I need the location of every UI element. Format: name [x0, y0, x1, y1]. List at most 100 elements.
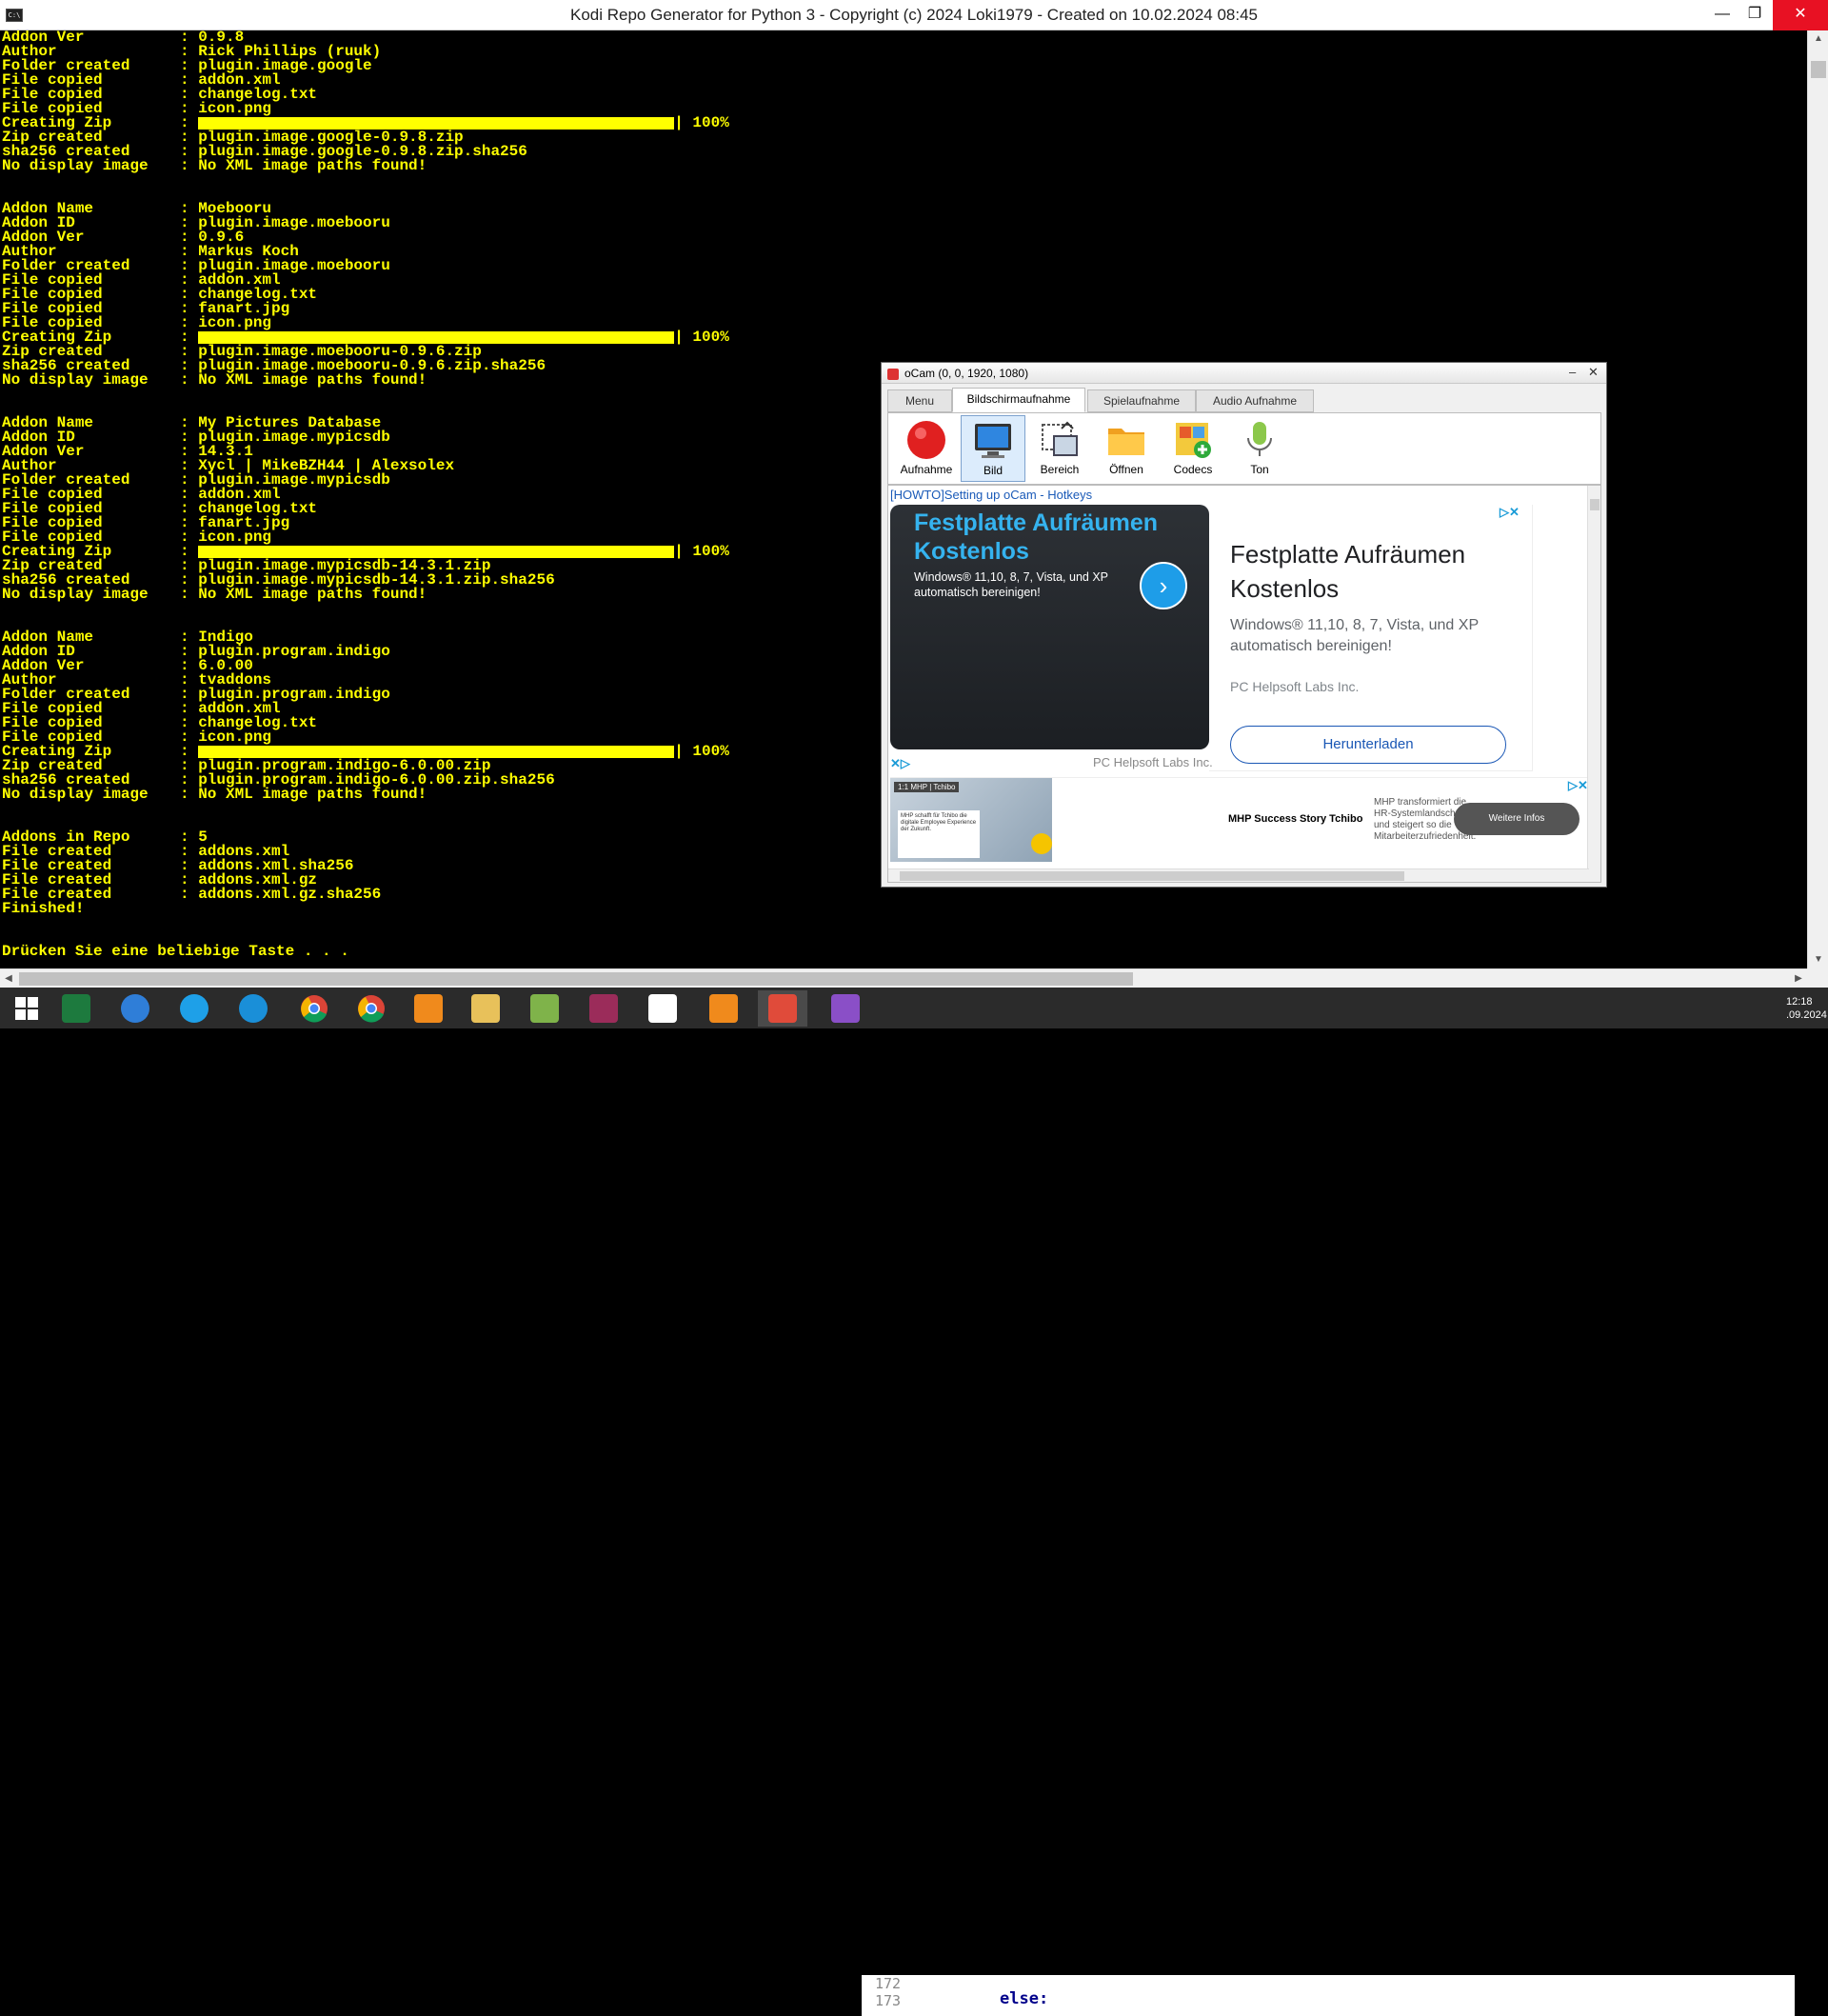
taskbar-chrome[interactable] [347, 990, 396, 1027]
taskbar-excel[interactable] [51, 990, 101, 1027]
thunderbird-icon [121, 994, 149, 1023]
howto-link[interactable]: [HOWTO]Setting up oCam - Hotkeys [890, 488, 1092, 502]
hscroll-thumb[interactable] [19, 972, 1133, 986]
console-value: No XML image paths found! [198, 371, 427, 389]
shield-icon [414, 994, 443, 1023]
taskbar-7zip[interactable] [638, 990, 687, 1027]
console-line: File copied: icon.png [2, 314, 272, 331]
console-horizontal-scrollbar[interactable]: ◀ ▶ [0, 968, 1807, 988]
scroll-down-icon[interactable]: ▼ [1808, 951, 1828, 968]
ocam-window[interactable]: oCam (0, 0, 1920, 1080) – ✕ Menu Bildsch… [881, 362, 1607, 888]
sound-button[interactable]: Ton [1227, 415, 1292, 482]
taskbar-file-explorer[interactable] [461, 990, 510, 1027]
ad-banner-mhp[interactable]: 1:1 MHP | Tchibo MHP schafft für Tchibo … [890, 777, 1595, 863]
taskbar-start-button[interactable] [2, 990, 51, 1027]
scrollbar-corner [1807, 968, 1828, 988]
console-value: 100% [692, 329, 729, 346]
scroll-thumb[interactable] [1811, 61, 1826, 78]
console-key: No display image [2, 786, 149, 803]
close-button[interactable]: ✕ [1773, 0, 1828, 30]
ocam-close-button[interactable]: ✕ [1588, 365, 1599, 380]
codecs-button[interactable]: Codecs [1161, 415, 1225, 482]
coin-icon [1031, 833, 1052, 854]
console-key: No display image [2, 157, 149, 174]
edge-icon [239, 994, 268, 1023]
console-line: File copied: icon.png [2, 100, 272, 117]
ad-banner-dark[interactable]: Festplatte Aufräumen Kostenlos Windows® … [890, 505, 1209, 749]
ocam-tabs: Menu Bildschirmaufnahme Spielaufnahme Au… [887, 388, 1601, 412]
console-line: File created: addons.xml.gz.sha256 [2, 886, 382, 903]
console-value: addons.xml.gz.sha256 [198, 886, 382, 903]
taskbar-edge[interactable] [228, 990, 278, 1027]
ocam-ad-area: [HOWTO]Setting up oCam - Hotkeys Festpla… [887, 485, 1601, 883]
console-value: icon.png [198, 529, 272, 546]
console-value: icon.png [198, 729, 272, 746]
taskbar-ocam[interactable] [758, 990, 807, 1027]
folder-icon [471, 994, 500, 1023]
chrome-icon [300, 994, 328, 1023]
console-value: No XML image paths found! [198, 586, 427, 603]
ad-close-icon[interactable]: ✕▷ [890, 756, 910, 771]
console-key: No display image [2, 586, 149, 603]
ocam-hscroll-thumb[interactable] [900, 871, 1404, 881]
ad-banner-light[interactable]: Festplatte Aufräumen Kostenlos Windows® … [1209, 505, 1533, 771]
region-icon [1039, 419, 1081, 461]
more-info-button[interactable]: Weitere Infos [1454, 803, 1580, 835]
editor-peek: 172 173 else: [862, 1975, 1795, 2016]
console-value: 100% [692, 543, 729, 560]
taskbar-clock[interactable]: 12:18 .09.2024 [1786, 995, 1827, 1022]
console-value: 100% [692, 743, 729, 760]
console-vertical-scrollbar[interactable]: ▲ ▼ [1807, 30, 1828, 968]
open-folder-button[interactable]: Öffnen [1094, 415, 1159, 482]
ocam-icon [768, 994, 797, 1023]
taskbar-chrome-b[interactable] [289, 990, 339, 1027]
tab-bildschirmaufnahme[interactable]: Bildschirmaufnahme [952, 388, 1085, 412]
excel-icon [62, 994, 90, 1023]
console-title-bar[interactable]: C:\ Kodi Repo Generator for Python 3 - C… [0, 0, 1828, 30]
notepad-icon [530, 994, 559, 1023]
screenshot-button[interactable]: Bild [961, 415, 1025, 482]
taskbar-vlc[interactable] [699, 990, 748, 1027]
region-button[interactable]: Bereich [1027, 415, 1092, 482]
tab-audio-aufnahme[interactable]: Audio Aufnahme [1196, 389, 1314, 412]
scroll-left-icon[interactable]: ◀ [0, 969, 17, 988]
scroll-right-icon[interactable]: ▶ [1790, 969, 1807, 988]
console-value: 100% [692, 114, 729, 131]
ocam-minimize-button[interactable]: – [1569, 365, 1576, 379]
ocam-title: oCam (0, 0, 1920, 1080) [904, 367, 1029, 380]
ad-image: 1:1 MHP | Tchibo MHP schafft für Tchibo … [890, 778, 1052, 862]
tab-menu[interactable]: Menu [887, 389, 952, 412]
vs-icon [831, 994, 860, 1023]
ocam-horizontal-scrollbar[interactable] [888, 868, 1589, 882]
taskbar-internet-explorer[interactable] [169, 990, 219, 1027]
ocam-vertical-scrollbar[interactable] [1587, 486, 1600, 882]
ad-arrow-icon[interactable]: › [1140, 562, 1187, 609]
ocam-vscroll-thumb[interactable] [1590, 499, 1600, 510]
record-icon [905, 419, 947, 461]
7zip-icon [648, 994, 677, 1023]
windows-icon [12, 994, 41, 1023]
taskbar-visual-studio[interactable] [821, 990, 870, 1027]
ocam-title-bar[interactable]: oCam (0, 0, 1920, 1080) – ✕ [882, 363, 1606, 384]
ad-choices-icon[interactable]: ▷✕ [1500, 505, 1520, 520]
console-line: Finished! [2, 900, 85, 917]
taskbar-brave-vpn[interactable] [404, 990, 453, 1027]
ad-choices-icon[interactable]: ▷✕ [1568, 778, 1588, 793]
tab-spielaufnahme[interactable]: Spielaufnahme [1087, 389, 1196, 412]
ie-icon [180, 994, 209, 1023]
console-line: Addon ID: plugin.image.moebooru [2, 214, 390, 231]
console-value: icon.png [198, 314, 272, 331]
taskbar-winrar[interactable] [579, 990, 628, 1027]
taskbar-notepad-plus[interactable] [520, 990, 569, 1027]
console-key: No display image [2, 371, 149, 389]
monitor-icon [972, 420, 1014, 462]
winrar-icon [589, 994, 618, 1023]
taskbar-thunderbird[interactable] [110, 990, 160, 1027]
record-button[interactable]: Aufnahme [894, 415, 959, 482]
console-line: No display image: No XML image paths fou… [2, 157, 427, 174]
download-button[interactable]: Herunterladen [1230, 726, 1506, 764]
scroll-up-icon[interactable]: ▲ [1808, 30, 1828, 48]
maximize-button[interactable]: ❐ [1733, 0, 1777, 30]
